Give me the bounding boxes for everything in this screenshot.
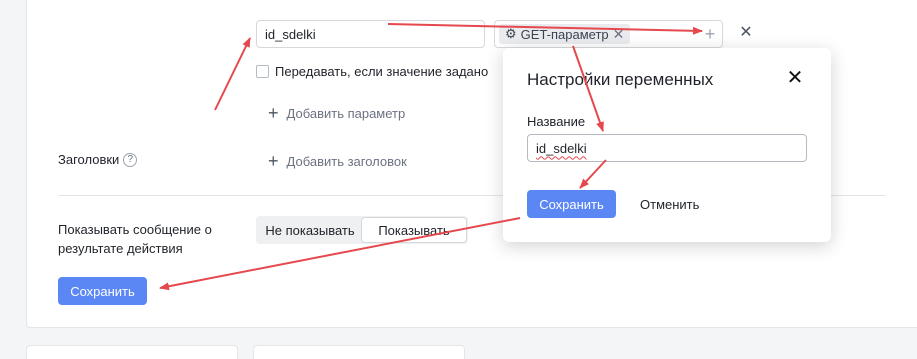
add-header-label: Добавить заголовок: [286, 153, 407, 169]
param-name-value: id_sdelki: [265, 26, 316, 42]
name-input[interactable]: id_sdelki: [527, 134, 807, 162]
option-hide[interactable]: Не показывать: [258, 218, 362, 242]
name-input-value: id_sdelki: [536, 140, 587, 156]
show-message-toggle[interactable]: Не показывать Показывать: [256, 216, 468, 244]
add-header-button[interactable]: + Добавить заголовок: [268, 152, 407, 170]
add-param-label: Добавить параметр: [286, 105, 406, 121]
headers-label: Заголовки: [58, 152, 120, 167]
modal-save-button[interactable]: Сохранить: [527, 190, 616, 218]
modal-cancel-button[interactable]: Отменить: [640, 190, 699, 218]
show-message-label: Показывать сообщение о результате действ…: [58, 222, 212, 256]
token-remove-icon[interactable]: ✕: [613, 26, 625, 43]
token-label: GET-параметр: [520, 26, 609, 42]
close-icon[interactable]: ✕: [736, 23, 756, 43]
save-button[interactable]: Сохранить: [58, 277, 147, 305]
question-icon[interactable]: ?: [123, 152, 138, 167]
plus-icon: +: [268, 103, 279, 123]
send-if-set-label: Передавать, если значение задано: [275, 64, 489, 79]
send-if-set-checkbox-row[interactable]: Передавать, если значение задано: [256, 64, 488, 79]
plus-icon: +: [268, 151, 279, 171]
variable-settings-modal: Настройки переменных ✕ Название id_sdelk…: [503, 48, 831, 242]
param-name-field[interactable]: id_sdelki: [256, 20, 485, 48]
modal-title: Настройки переменных: [527, 70, 714, 89]
bottom-card-left: [26, 345, 238, 359]
gear-icon: ⚙: [505, 26, 517, 41]
bottom-card-right: [253, 345, 465, 359]
param-value-field[interactable]: ⚙ GET-параметр ✕: [494, 20, 723, 48]
name-label: Название: [527, 114, 586, 129]
option-show[interactable]: Показывать: [362, 218, 466, 242]
plus-icon[interactable]: +: [700, 24, 720, 44]
add-param-button[interactable]: + Добавить параметр: [268, 104, 405, 122]
close-icon[interactable]: ✕: [785, 68, 805, 88]
send-if-set-checkbox[interactable]: [256, 65, 269, 78]
headers-label-row: Заголовки ?: [58, 152, 138, 167]
get-param-token[interactable]: ⚙ GET-параметр ✕: [499, 24, 631, 44]
